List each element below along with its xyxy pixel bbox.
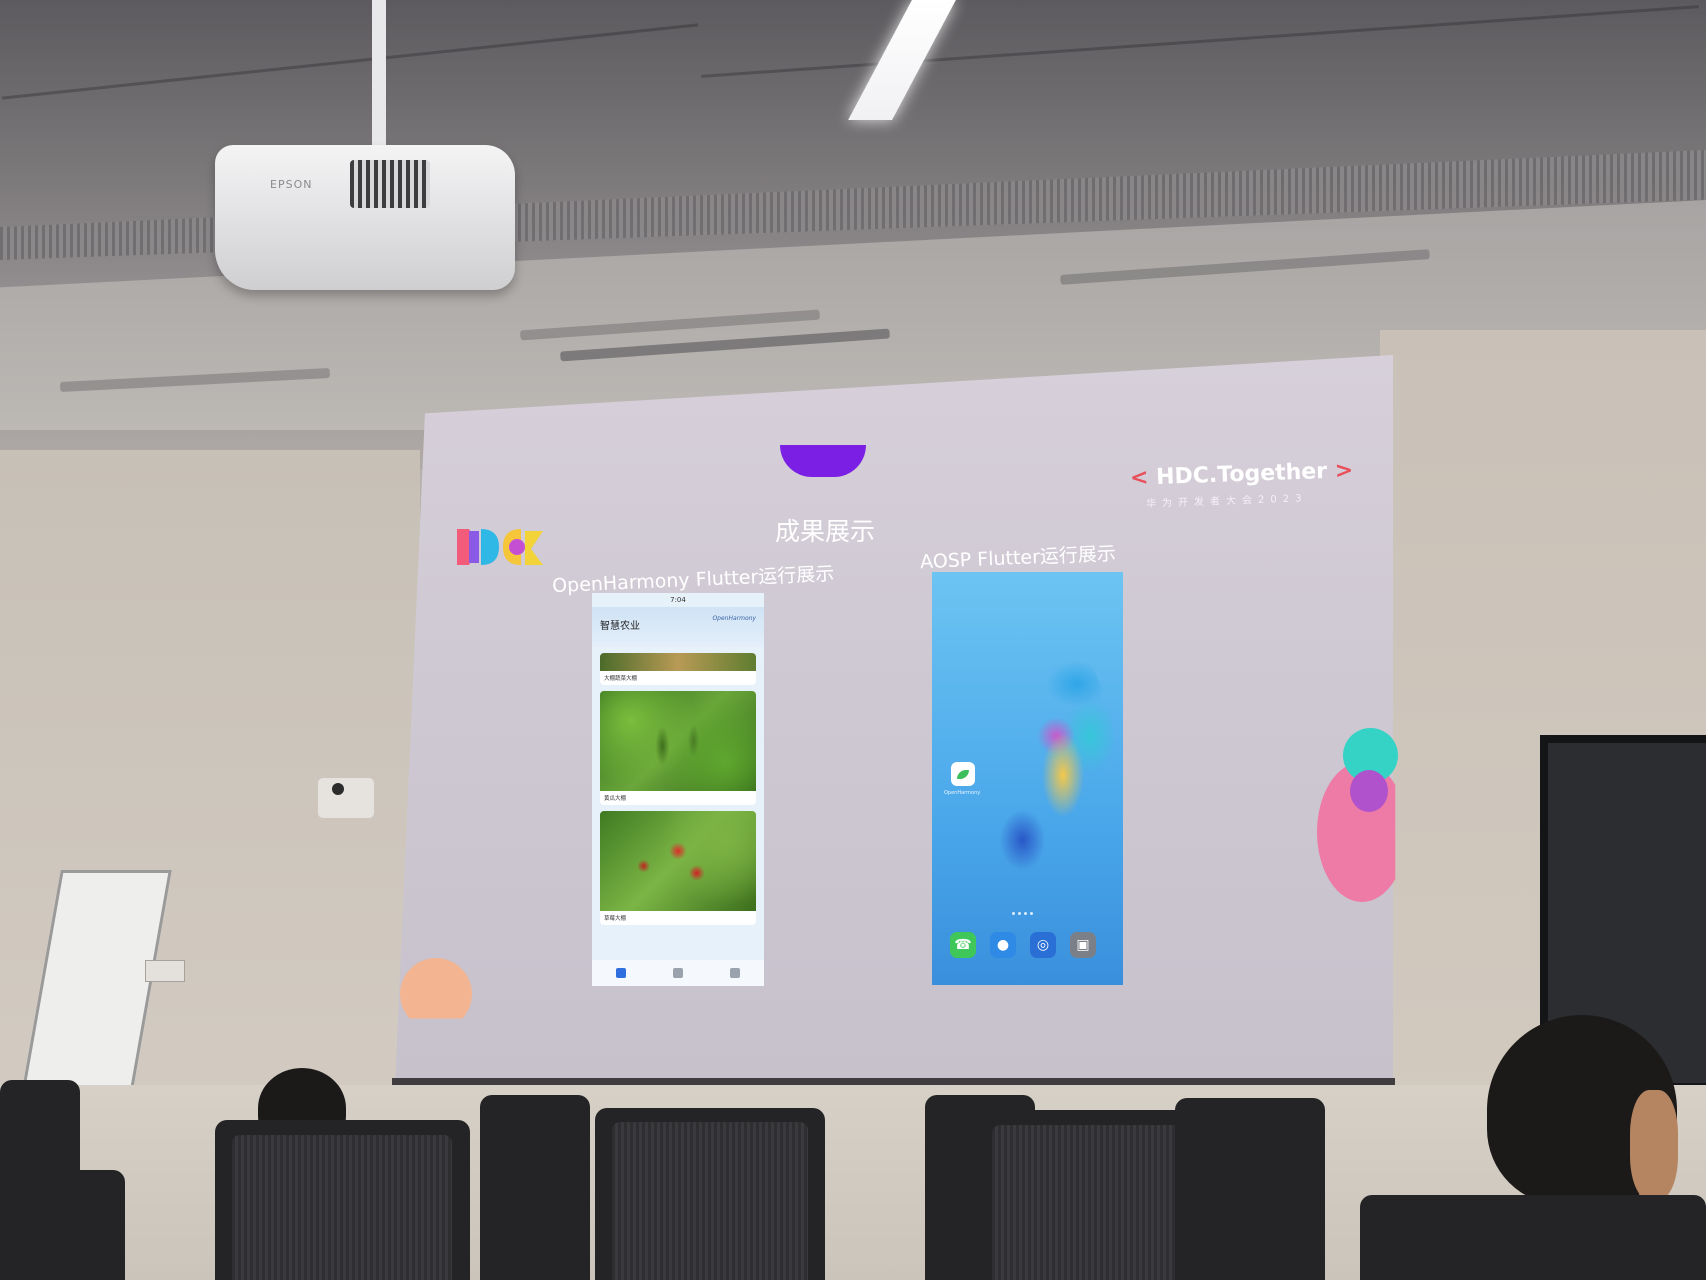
list-item[interactable]: 黄瓜大棚 (600, 691, 756, 805)
chair-mesh (612, 1122, 808, 1280)
home-icon[interactable] (615, 968, 626, 978)
bracket-left: < (1129, 465, 1149, 491)
phone-openharmony: 7:04 智慧农业 OpenHarmony 大棚蔬菜大棚 黄瓜大棚 草莓大棚 (592, 593, 764, 986)
projector-mount (372, 0, 386, 150)
page-dot (1018, 912, 1021, 915)
card-caption-text: 黄瓜大棚 (604, 796, 627, 802)
browser-icon[interactable]: ◎ (1030, 932, 1056, 958)
app-dock: ☎ ● ◎ ▣ (950, 932, 1096, 958)
chair (1360, 1195, 1706, 1280)
page-dot (1030, 912, 1033, 915)
page-dot (1024, 912, 1027, 915)
security-camera (318, 778, 374, 818)
audience-ear (1630, 1090, 1678, 1200)
list-icon[interactable] (672, 968, 683, 978)
profile-icon[interactable] (730, 968, 741, 978)
violet-circle-decoration (1350, 770, 1388, 812)
card-caption-text: 大棚蔬菜大棚 (604, 676, 638, 682)
hdc-logo (457, 529, 543, 565)
leaf-icon (957, 769, 969, 779)
status-bar (932, 572, 1123, 588)
app-icon[interactable] (951, 762, 975, 786)
card-caption: 草莓大棚 (600, 911, 756, 925)
camera-icon[interactable]: ▣ (1070, 932, 1096, 958)
phone-icon[interactable]: ☎ (950, 932, 976, 958)
bottom-navbar (592, 960, 764, 986)
message-icon[interactable]: ● (990, 932, 1016, 958)
projector-brand: EPSON (270, 178, 313, 191)
card-caption-text: 草莓大棚 (604, 916, 627, 922)
card-caption: 黄瓜大棚 (600, 791, 756, 805)
chair (480, 1095, 590, 1280)
projector-vent (350, 160, 430, 208)
bracket-right: > (1334, 458, 1354, 484)
betta-fish-wallpaper (982, 632, 1117, 892)
app-icon-label: OpenHarmony (944, 790, 981, 796)
openharmony-logo: OpenHarmony (712, 615, 756, 622)
strawberry-image (600, 811, 756, 911)
app-title: 智慧农业 (600, 621, 640, 632)
camera-lens (332, 783, 344, 795)
list-item[interactable]: 草莓大棚 (600, 811, 756, 925)
cucumber-image (600, 691, 756, 791)
card-image (600, 653, 756, 671)
app-header: 智慧农业 OpenHarmony (592, 607, 764, 647)
slide-title: 成果展示 (775, 517, 876, 546)
chair (0, 1170, 125, 1280)
list-item[interactable]: 大棚蔬菜大棚 (600, 653, 756, 685)
chair (1175, 1098, 1325, 1280)
phone-aosp: OpenHarmony ☎ ● ◎ ▣ (932, 572, 1123, 985)
chair-mesh (232, 1135, 452, 1280)
status-bar: 7:04 (670, 596, 686, 604)
page-dot (1012, 912, 1015, 915)
wall-outlet (145, 960, 185, 982)
page-indicator (1012, 912, 1033, 915)
card-caption: 大棚蔬菜大棚 (600, 671, 756, 685)
